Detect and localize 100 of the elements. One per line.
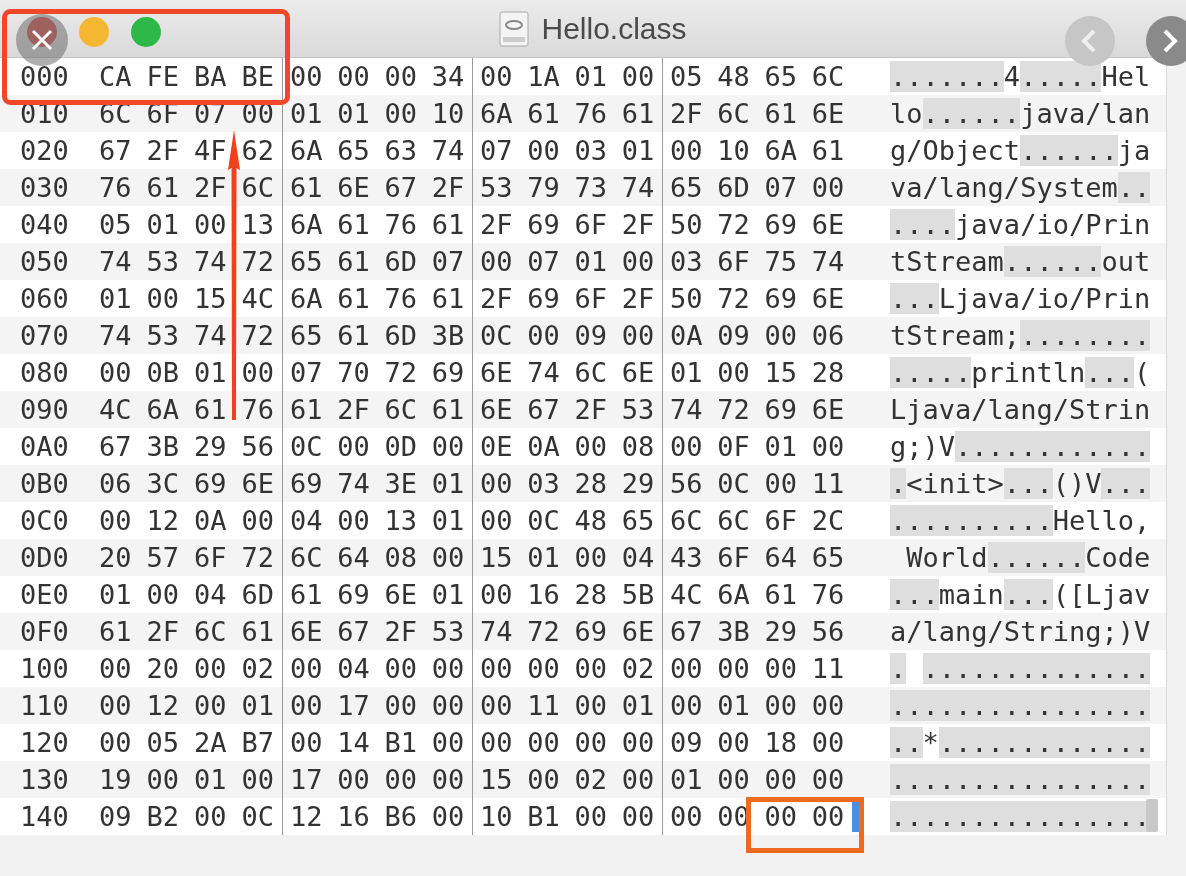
hex-byte: 00 [240, 763, 275, 797]
hex-byte: 00 [716, 726, 751, 760]
hex-byte: 00 [716, 356, 751, 390]
hex-byte: 00 [810, 800, 846, 834]
hex-byte: 72 [716, 393, 751, 427]
hex-byte: 01 [430, 504, 466, 538]
hex-byte: 6E [620, 356, 656, 390]
hex-byte: 02 [240, 652, 275, 686]
hex-byte: 00 [98, 504, 133, 538]
hex-byte: 56 [810, 615, 846, 649]
hex-byte: 00 [763, 467, 798, 501]
hex-byte: 01 [669, 356, 704, 390]
hex-byte: 67 [98, 430, 133, 464]
back-icon[interactable] [1065, 16, 1115, 66]
hex-byte: 3E [383, 467, 418, 501]
hex-byte: 00 [336, 60, 371, 94]
hex-byte: 4C [98, 393, 133, 427]
offset-label: 0D0 [19, 541, 70, 575]
hex-byte: 6C [240, 171, 275, 205]
hex-byte: 6E [810, 208, 846, 242]
hex-byte: 13 [240, 208, 275, 242]
close-icon[interactable] [16, 14, 68, 66]
hex-byte: 67 [383, 171, 418, 205]
hex-byte: 6E [810, 282, 846, 316]
hex-byte: 72 [716, 208, 751, 242]
hex-byte: 00 [289, 60, 324, 94]
ascii-text: World......Code [905, 541, 1150, 575]
hex-byte: 34 [430, 60, 466, 94]
offset-label: 140 [19, 800, 70, 834]
hex-byte: 20 [145, 652, 180, 686]
hex-byte: 6C [810, 60, 846, 94]
hex-byte: 57 [145, 541, 180, 575]
hex-byte: 6C [716, 504, 751, 538]
hex-byte: 48 [716, 60, 751, 94]
hex-byte: 00 [620, 245, 656, 279]
hex-byte: 69 [193, 467, 228, 501]
hex-byte: 15 [479, 763, 514, 797]
hex-byte: 00 [193, 689, 228, 723]
hex-byte: 74 [479, 615, 514, 649]
hex-byte: 01 [193, 763, 228, 797]
hex-byte: 3C [145, 467, 180, 501]
hex-byte: 2F [383, 615, 418, 649]
hex-byte: 6A [145, 393, 180, 427]
hex-byte: 69 [763, 393, 798, 427]
hex-byte: BA [193, 60, 228, 94]
hex-byte: 61 [336, 245, 371, 279]
hex-byte: 14 [336, 726, 371, 760]
hex-byte: 65 [336, 134, 371, 168]
hex-byte: 61 [336, 208, 371, 242]
hex-byte: 6F [573, 208, 608, 242]
hex-byte: 74 [336, 467, 371, 501]
hex-byte: 00 [430, 763, 466, 797]
hex-byte: 3B [145, 430, 180, 464]
hex-byte: 2C [810, 504, 846, 538]
hex-byte: 79 [526, 171, 561, 205]
hex-byte: 6E [479, 356, 514, 390]
hex-byte: 61 [289, 578, 324, 612]
hex-byte: 00 [716, 763, 751, 797]
hex-byte: 09 [669, 726, 704, 760]
hex-byte: 2F [336, 393, 371, 427]
hex-byte: 0C [716, 467, 751, 501]
hex-byte: 61 [289, 171, 324, 205]
hex-byte: 76 [383, 282, 418, 316]
offset-label: 100 [19, 652, 70, 686]
hex-byte: 61 [620, 97, 656, 131]
hex-byte: 69 [430, 356, 466, 390]
hex-byte: 6F [193, 541, 228, 575]
hex-byte: 10 [479, 800, 514, 834]
hex-byte: 09 [573, 319, 608, 353]
ascii-text: ................ [890, 800, 1150, 834]
hex-byte: 6D [716, 171, 751, 205]
hex-byte: 74 [810, 245, 846, 279]
ascii-text: .<init>...()V... [890, 467, 1150, 501]
hex-byte: 13 [383, 504, 418, 538]
hex-byte: 4F [193, 134, 228, 168]
hex-byte: 75 [763, 245, 798, 279]
ascii-text: g;)V............ [890, 430, 1150, 464]
hex-byte: 76 [383, 208, 418, 242]
hex-byte: 01 [240, 689, 275, 723]
hex-byte: 00 [479, 652, 514, 686]
hex-byte: 72 [526, 615, 561, 649]
hex-byte: 17 [289, 763, 324, 797]
hex-byte: 00 [763, 319, 798, 353]
hex-byte: B6 [383, 800, 418, 834]
hex-byte: 61 [526, 97, 561, 131]
hex-byte: 72 [240, 541, 275, 575]
hex-byte: 00 [573, 800, 608, 834]
hex-byte: 29 [620, 467, 656, 501]
hex-byte: 00 [573, 726, 608, 760]
forward-icon[interactable] [1146, 16, 1186, 66]
hex-byte: 00 [145, 282, 180, 316]
hex-byte: 00 [479, 60, 514, 94]
hex-byte: 00 [383, 60, 418, 94]
offset-label: 110 [19, 689, 70, 723]
hex-byte: 56 [240, 430, 275, 464]
hex-byte: 04 [193, 578, 228, 612]
scrollbar-thumb[interactable] [1146, 799, 1158, 832]
hex-byte: 00 [98, 652, 133, 686]
hex-byte: 01 [145, 208, 180, 242]
hex-byte: 00 [336, 504, 371, 538]
